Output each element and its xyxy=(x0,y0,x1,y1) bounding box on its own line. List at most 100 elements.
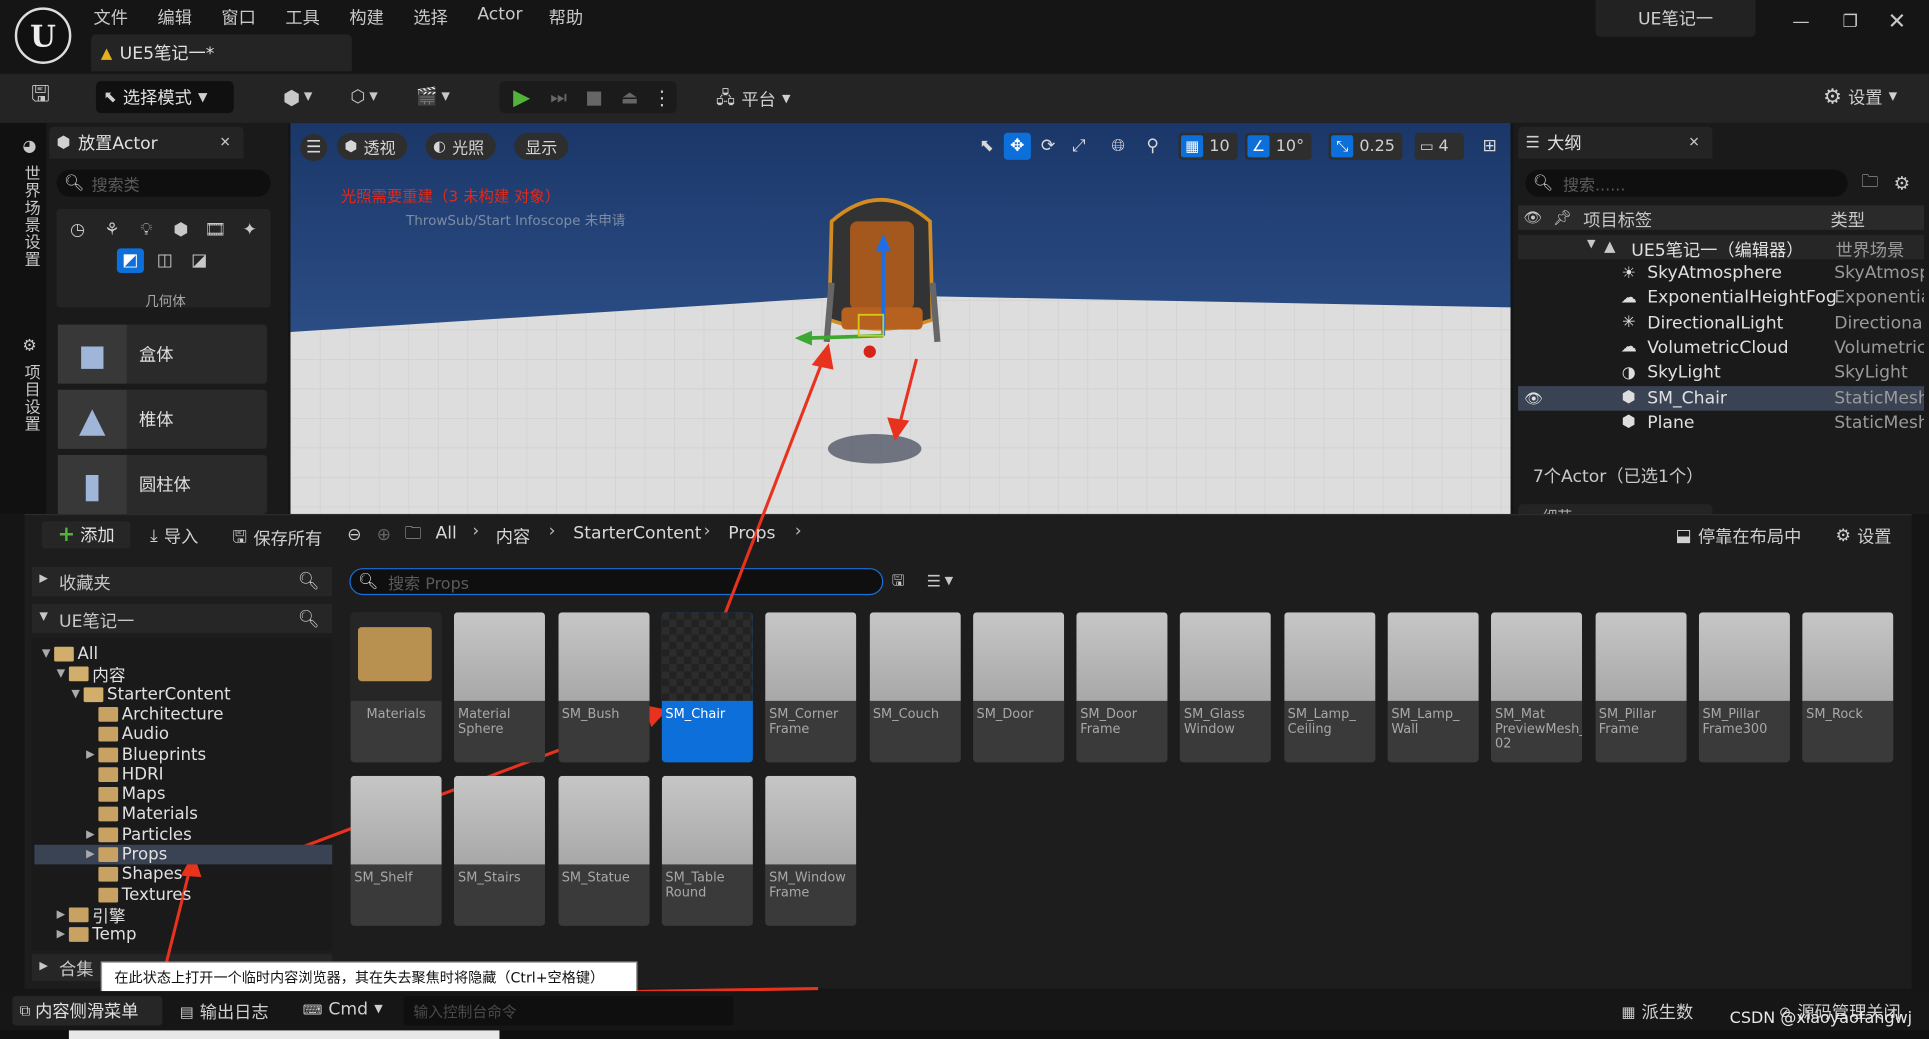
tree-arrow-icon[interactable]: ▼ xyxy=(42,648,54,660)
outliner-row[interactable]: ☁ VolumetricCloud Volumetric( xyxy=(1518,336,1924,361)
chevron-right-icon[interactable]: › xyxy=(549,521,556,541)
folder-icon xyxy=(350,612,442,701)
asset-tile[interactable]: SM_Shelf xyxy=(350,775,442,926)
asset-tile[interactable]: SM_Door Frame xyxy=(1076,612,1168,763)
asset-thumbnail xyxy=(972,612,1064,701)
tree-arrow-icon[interactable]: ▶ xyxy=(57,909,69,921)
geometry-item[interactable]: ▮ 圆柱体 xyxy=(57,454,267,514)
outliner-row[interactable]: ☀ SkyAtmosphere SkyAtmosp xyxy=(1518,261,1924,286)
viewport-menu-1[interactable]: ◐ 光照 xyxy=(425,132,496,160)
asset-thumbnail xyxy=(350,775,442,865)
asset-tile[interactable]: SM_Rock xyxy=(1802,612,1894,763)
asset-tile[interactable]: SM_Door xyxy=(972,612,1064,763)
chevron-right-icon[interactable]: › xyxy=(704,521,711,541)
folder-tree-item[interactable]: Textures xyxy=(34,885,332,904)
cmd-button[interactable]: ⌨ Cmd ▼ xyxy=(303,1000,383,1020)
console-placeholder: 输入控制台命令 xyxy=(413,1002,517,1020)
asset-label: SM_Stairs xyxy=(457,870,521,886)
visibility-icon[interactable]: 👁︎ xyxy=(1524,389,1543,406)
content-drawer-button[interactable]: ⧉ 内容侧滑菜单 xyxy=(12,995,163,1026)
outliner-row[interactable]: ☁ ExponentialHeightFogExponential xyxy=(1518,286,1924,311)
folder-icon xyxy=(83,686,104,702)
asset-label: SM_Couch xyxy=(872,707,940,722)
folder-tree-item[interactable]: Materials xyxy=(34,805,332,824)
asset-tile[interactable]: SM_Lamp_ Wall xyxy=(1387,612,1479,763)
output-log-button[interactable]: ▤ 输出日志 xyxy=(180,1000,269,1025)
folder-tree-item[interactable]: Audio xyxy=(34,724,332,744)
folder-tree-label: StarterContent xyxy=(107,684,231,705)
menu-item[interactable]: 帮助 xyxy=(549,5,583,30)
drawer-icon: ⧉ xyxy=(19,1001,31,1019)
asset-thumbnail xyxy=(765,612,857,701)
folder-tree-item[interactable]: ▼ StarterContent xyxy=(34,684,332,704)
asset-tile[interactable]: SM_Lamp_ Ceiling xyxy=(1283,612,1375,763)
folder-icon xyxy=(98,787,119,802)
folder-tree-label: Maps xyxy=(121,784,166,805)
outliner-row-name: SM_Chair xyxy=(1647,387,1728,408)
outliner-row[interactable]: ⬢ Plane StaticMesh. xyxy=(1518,410,1924,435)
asset-tile[interactable]: SM_Couch xyxy=(869,612,961,763)
viewport-menu-0[interactable]: ⬢ 透视 xyxy=(337,132,407,160)
menu-item[interactable]: 文件 xyxy=(93,5,127,30)
folder-tree-item[interactable]: ▶ Blueprints xyxy=(34,745,332,765)
asset-tile[interactable]: SM_Stairs xyxy=(454,775,546,926)
folder-tree-item[interactable]: ▶ Particles xyxy=(34,825,332,845)
folder-shape xyxy=(357,627,432,682)
drawer-label: 内容侧滑菜单 xyxy=(35,1002,139,1022)
folder-tree-item[interactable]: ▼ 内容 xyxy=(34,664,332,686)
asset-tile[interactable]: SM_Chair xyxy=(661,612,753,763)
breadcrumb-item[interactable]: StarterContent xyxy=(573,524,701,544)
geometry-item[interactable]: ▲ 椎体 xyxy=(57,389,267,449)
folder-tree-item[interactable]: Shapes xyxy=(34,865,332,884)
tree-arrow-icon[interactable]: ▶ xyxy=(86,848,98,860)
geometry-item[interactable]: ◼ 盒体 xyxy=(57,324,267,384)
breadcrumb-item[interactable]: Props xyxy=(728,524,775,544)
folder-icon xyxy=(98,867,119,882)
viewport-menu-2[interactable]: 显示 xyxy=(514,132,569,160)
asset-tile[interactable]: Material Sphere xyxy=(454,612,546,763)
outliner-row[interactable]: ◑ SkyLight SkyLight xyxy=(1518,361,1924,386)
menu-item[interactable]: 工具 xyxy=(285,5,319,30)
asset-tile[interactable]: SM_Corner Frame xyxy=(765,612,857,763)
asset-thumbnail xyxy=(661,775,753,865)
menu-item[interactable]: Actor xyxy=(477,5,522,25)
folder-tree-item[interactable]: ▶ Temp xyxy=(34,925,332,945)
tree-arrow-icon[interactable]: ▶ xyxy=(86,748,98,760)
menu-item[interactable]: 窗口 xyxy=(221,5,255,30)
tree-arrow-icon[interactable]: ▼ xyxy=(57,668,69,680)
tree-arrow-icon[interactable]: ▶ xyxy=(57,929,69,941)
folder-tree-item[interactable]: Architecture xyxy=(34,704,332,724)
outliner-row[interactable]: 👁︎ ⬢ SM_Chair StaticMesh. xyxy=(1518,385,1925,411)
folder-tree-item[interactable]: Maps xyxy=(34,784,332,805)
menu-item[interactable]: 编辑 xyxy=(157,5,191,30)
folder-tree-item[interactable]: ▶ Props xyxy=(34,844,333,865)
folder-tree-item[interactable]: HDRI xyxy=(34,765,332,784)
outliner-row-type: Exponential xyxy=(1834,288,1924,308)
chevron-right-icon[interactable]: › xyxy=(795,521,802,541)
console-input[interactable]: 输入控制台命令 xyxy=(403,995,734,1026)
breadcrumb-item[interactable]: 内容 xyxy=(496,524,530,549)
folder-tree-item[interactable]: ▶ 引擎 xyxy=(34,905,332,927)
asset-tile[interactable]: SM_Window Frame xyxy=(765,775,857,926)
asset-tile[interactable]: SM_Statue xyxy=(558,775,650,926)
folder-tree-item[interactable]: ▼ All xyxy=(34,644,332,664)
annotation-arrowhead xyxy=(887,417,910,442)
breadcrumb-item[interactable]: All xyxy=(435,524,456,544)
folder-icon xyxy=(98,746,119,762)
cylinder-icon: ▮ xyxy=(57,454,127,514)
menu-item[interactable]: 构建 xyxy=(349,5,383,30)
outliner-row[interactable]: ✳ DirectionalLight DirectionalL xyxy=(1518,311,1924,336)
asset-tile[interactable]: SM_Bush xyxy=(558,612,650,763)
asset-tile[interactable]: SM_Glass Window xyxy=(1180,612,1272,763)
asset-tile[interactable]: SM_Table Round xyxy=(661,775,753,926)
menu-item[interactable]: 选择 xyxy=(413,5,447,30)
tree-arrow-icon[interactable]: ▶ xyxy=(86,828,98,840)
chevron-right-icon[interactable]: › xyxy=(472,521,479,541)
tree-arrow-icon[interactable]: ▼ xyxy=(71,688,83,700)
asset-tile[interactable]: SM_Mat PreviewMesh_ 02 xyxy=(1491,612,1583,763)
asset-tile[interactable]: Materials xyxy=(350,612,442,763)
sun-icon: ☀ xyxy=(1621,263,1636,283)
asset-tile[interactable]: SM_Pillar Frame300 xyxy=(1698,612,1790,763)
derived-data-button[interactable]: ▦ 派生数 xyxy=(1621,1000,1693,1025)
asset-tile[interactable]: SM_Pillar Frame xyxy=(1595,612,1687,763)
